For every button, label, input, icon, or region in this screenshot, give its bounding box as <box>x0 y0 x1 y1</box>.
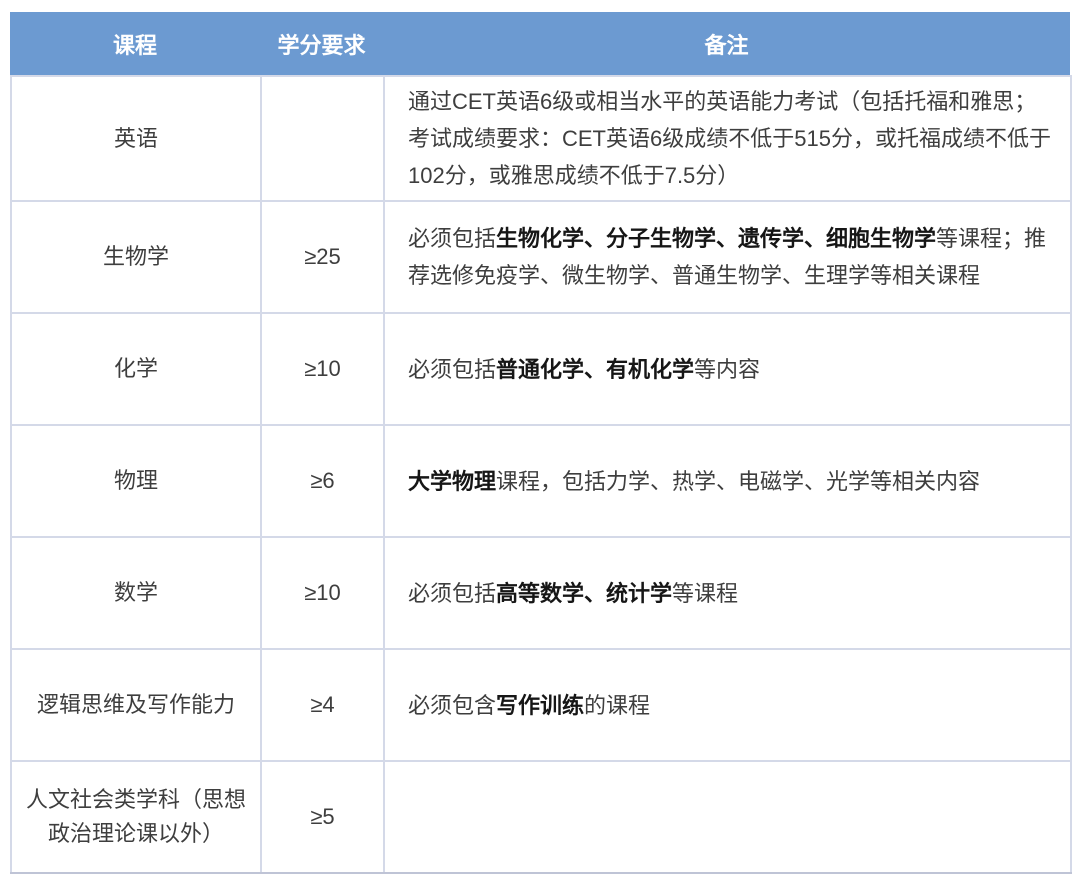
course-cell: 生物学 <box>11 201 261 313</box>
note-segment: 必须包括 <box>408 357 496 382</box>
note-cell: 必须包括普通化学、有机化学等内容 <box>384 313 1071 425</box>
table-row: 生物学≥25必须包括生物化学、分子生物学、遗传学、细胞生物学等课程；推荐选修免疫… <box>11 201 1071 313</box>
column-header-course: 课程 <box>10 12 260 75</box>
course-cell: 英语 <box>11 76 261 201</box>
table-body: 英语 通过CET英语6级或相当水平的英语能力考试（包括托福和雅思；考试成绩要求：C… <box>11 76 1071 873</box>
column-header-note: 备注 <box>383 12 1070 75</box>
credit-cell: ≥4 <box>261 649 384 761</box>
course-cell: 数学 <box>11 537 261 649</box>
note-cell: 必须包括生物化学、分子生物学、遗传学、细胞生物学等课程；推荐选修免疫学、微生物学… <box>384 201 1071 313</box>
credit-cell: ≥6 <box>261 425 384 537</box>
credit-cell: ≥10 <box>261 313 384 425</box>
note-segment: 必须包括 <box>408 581 496 606</box>
note-bold-segment: 普通化学、有机化学 <box>496 357 694 382</box>
note-segment: 必须包含 <box>408 693 496 718</box>
note-segment: 等课程 <box>672 581 738 606</box>
course-cell: 人文社会类学科（思想政治理论课以外） <box>11 761 261 873</box>
requirements-table: 课程 学分要求 备注 英语 通过CET英语6级或相当水平的英语能力考试（包括托福和… <box>10 12 1070 874</box>
note-cell: 通过CET英语6级或相当水平的英语能力考试（包括托福和雅思；考试成绩要求：CET… <box>384 76 1071 201</box>
note-segment: 通过CET英语6级或相当水平的英语能力考试（包括托福和雅思；考试成绩要求：CET… <box>408 89 1051 188</box>
note-cell: 必须包含写作训练的课程 <box>384 649 1071 761</box>
note-bold-segment: 写作训练 <box>496 693 584 718</box>
table-header-row: 课程 学分要求 备注 <box>10 12 1070 75</box>
note-bold-segment: 生物化学、分子生物学、遗传学、细胞生物学 <box>496 226 936 251</box>
table-row: 逻辑思维及写作能力≥4必须包含写作训练的课程 <box>11 649 1071 761</box>
note-cell <box>384 761 1071 873</box>
course-cell: 化学 <box>11 313 261 425</box>
note-segment: 必须包括 <box>408 226 496 251</box>
note-segment: 课程，包括力学、热学、电磁学、光学等相关内容 <box>496 469 980 494</box>
course-cell: 逻辑思维及写作能力 <box>11 649 261 761</box>
table-row: 人文社会类学科（思想政治理论课以外）≥5 <box>11 761 1071 873</box>
table-row: 物理≥6大学物理课程，包括力学、热学、电磁学、光学等相关内容 <box>11 425 1071 537</box>
credit-cell: ≥10 <box>261 537 384 649</box>
column-header-credit: 学分要求 <box>260 12 383 75</box>
credit-cell <box>261 76 384 201</box>
table-row: 数学≥10必须包括高等数学、统计学等课程 <box>11 537 1071 649</box>
table-row: 化学≥10必须包括普通化学、有机化学等内容 <box>11 313 1071 425</box>
note-bold-segment: 高等数学、统计学 <box>496 581 672 606</box>
table-row: 英语 通过CET英语6级或相当水平的英语能力考试（包括托福和雅思；考试成绩要求：C… <box>11 76 1071 201</box>
credit-cell: ≥5 <box>261 761 384 873</box>
note-segment: 的课程 <box>584 693 650 718</box>
note-cell: 必须包括高等数学、统计学等课程 <box>384 537 1071 649</box>
note-cell: 大学物理课程，包括力学、热学、电磁学、光学等相关内容 <box>384 425 1071 537</box>
note-segment: 等内容 <box>694 357 760 382</box>
note-bold-segment: 大学物理 <box>408 469 496 494</box>
course-cell: 物理 <box>11 425 261 537</box>
credit-cell: ≥25 <box>261 201 384 313</box>
table-grid: 英语 通过CET英语6级或相当水平的英语能力考试（包括托福和雅思；考试成绩要求：C… <box>10 75 1072 874</box>
